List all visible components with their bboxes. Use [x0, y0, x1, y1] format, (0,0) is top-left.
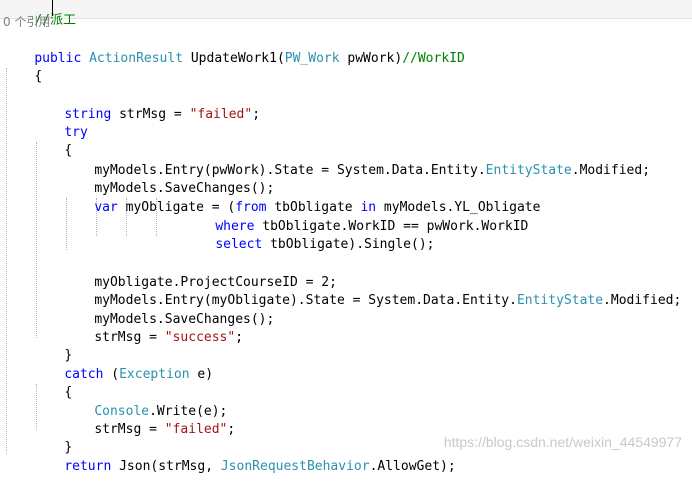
code-line: myModels.Entry(pwWork).State = System.Da…	[63, 144, 650, 178]
string-token: "failed"	[189, 107, 253, 122]
type-token: ActionResult	[89, 51, 184, 66]
code-line: select tbObligate).Single();	[184, 218, 434, 252]
plain-token: e)	[189, 367, 214, 382]
code-line: string strMsg = "failed";	[33, 88, 260, 122]
keyword-token: return	[64, 459, 112, 474]
watermark-text: https://blog.csdn.net/weixin_44549977	[443, 434, 682, 450]
comment-token: //WorkID	[402, 51, 465, 66]
brace-token: {	[34, 69, 43, 84]
text-caret	[52, 0, 53, 16]
plain-token: ;	[235, 330, 244, 345]
string-token: "success"	[164, 330, 236, 345]
plain-token: strMsg =	[94, 422, 165, 437]
plain-token: ;	[252, 107, 261, 122]
code-line: catch (Exception e)	[33, 348, 213, 382]
plain-token: Json(strMsg,	[111, 459, 221, 474]
plain-token: tbObligate).Single();	[262, 237, 435, 252]
code-line: strMsg = "failed";	[63, 403, 235, 437]
code-line: myObligate.ProjectCourseID = 2;	[63, 256, 337, 290]
codelens-reference-count[interactable]: 0 个引用	[3, 13, 50, 31]
code-line: return Json(strMsg, JsonRequestBehavior.…	[33, 440, 455, 474]
plain-token: (	[103, 367, 120, 382]
indent-guide	[6, 68, 7, 454]
type-token: JsonRequestBehavior	[220, 459, 370, 474]
type-token: Exception	[119, 367, 190, 382]
plain-token: UpdateWork1(	[183, 51, 285, 66]
code-line: {	[33, 124, 72, 158]
code-line: public ActionResult UpdateWork1(PW_Work …	[3, 32, 465, 66]
code-line: }	[33, 329, 72, 363]
type-token: PW_Work	[284, 51, 340, 66]
current-line-highlight	[0, 0, 692, 19]
code-line: {	[33, 366, 72, 400]
plain-token: .Modified;	[603, 293, 682, 308]
plain-token: ;	[227, 422, 236, 437]
plain-token: .AllowGet);	[369, 459, 456, 474]
code-line: var myObligate = (from tbObligate in myM…	[63, 181, 540, 215]
code-line: myModels.SaveChanges();	[63, 162, 274, 196]
code-line: myModels.SaveChanges();	[63, 293, 274, 327]
plain-token: .Modified;	[571, 163, 651, 178]
code-line: {	[3, 50, 42, 84]
code-line: try	[33, 106, 87, 140]
code-line: where tbObligate.WorkID == pwWork.WorkID	[184, 200, 528, 234]
code-line: Console.Write(e);	[63, 385, 227, 419]
type-token: EntityState	[485, 163, 572, 178]
code-line: //派工	[3, 0, 76, 28]
code-line: myModels.Entry(myObligate).State = Syste…	[63, 274, 681, 308]
code-line: }	[33, 421, 72, 455]
plain-token: pwWork)	[339, 51, 403, 66]
code-editor[interactable]: //派工 0 个引用 public ActionResult UpdateWor…	[0, 0, 692, 474]
plain-token: strMsg =	[111, 107, 190, 122]
keyword-token: var	[94, 200, 118, 215]
keyword-token: select	[215, 237, 263, 252]
type-token: EntityState	[516, 293, 604, 308]
code-line: strMsg = "success";	[63, 311, 243, 345]
string-token: "failed"	[164, 422, 228, 437]
plain-token: strMsg =	[94, 330, 165, 345]
